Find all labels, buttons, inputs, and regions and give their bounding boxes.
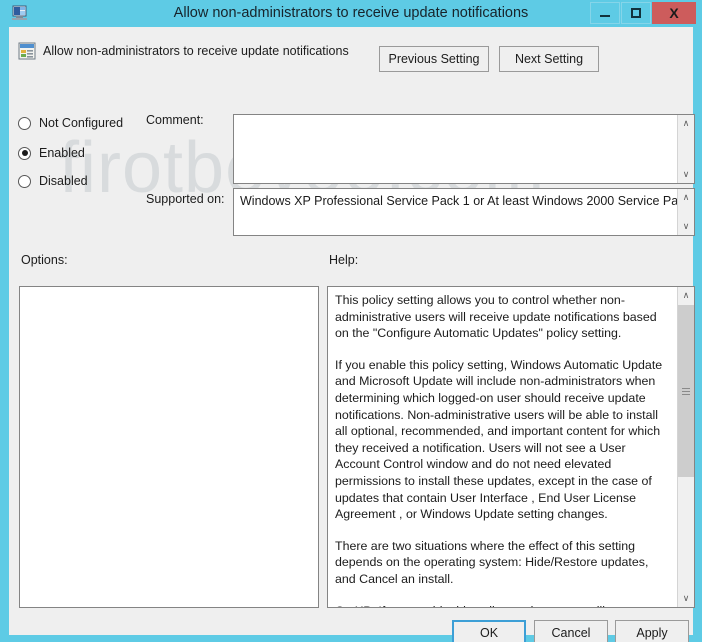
radio-enabled-mark	[18, 146, 31, 160]
dialog-client-area: firotbeyoo.com Allow non-administrators …	[9, 27, 695, 642]
supported-on-value: Windows XP Professional Service Pack 1 o…	[240, 194, 695, 208]
help-scroll-up-icon[interactable]: ∧	[678, 287, 694, 304]
supported-on-scrollbar[interactable]: ∧ ∨	[677, 189, 694, 235]
maximize-icon	[631, 8, 641, 18]
radio-enabled-label: Enabled	[39, 146, 85, 160]
supported-on-label: Supported on:	[146, 192, 225, 206]
policy-setting-icon	[18, 42, 36, 60]
cancel-button[interactable]: Cancel	[534, 620, 608, 642]
maximize-button[interactable]	[621, 2, 651, 24]
policy-setting-dialog: Allow non-administrators to receive upda…	[0, 0, 702, 643]
comment-scroll-up-icon[interactable]: ∧	[678, 115, 694, 132]
minimize-icon	[600, 15, 610, 17]
policy-name-label: Allow non-administrators to receive upda…	[43, 44, 349, 58]
help-panel: This policy setting allows you to contro…	[327, 286, 695, 608]
radio-not-configured-label: Not Configured	[39, 116, 124, 130]
supported-scroll-down-icon[interactable]: ∨	[678, 218, 694, 235]
supported-scroll-up-icon[interactable]: ∧	[678, 189, 694, 206]
options-panel[interactable]	[19, 286, 319, 608]
help-paragraph: This policy setting allows you to contro…	[335, 293, 657, 341]
minimize-button[interactable]	[590, 2, 620, 24]
scroll-thumb-grip-icon	[682, 387, 690, 395]
radio-disabled-label: Disabled	[39, 174, 88, 188]
radio-enabled[interactable]: Enabled	[18, 146, 85, 160]
radio-not-configured[interactable]: Not Configured	[18, 116, 123, 130]
help-paragraph: If you enable this policy setting, Windo…	[335, 357, 663, 522]
help-scroll-down-icon[interactable]: ∨	[678, 590, 694, 607]
ok-button[interactable]: OK	[452, 620, 526, 642]
comment-scrollbar[interactable]: ∧ ∨	[677, 115, 694, 183]
help-scroll-thumb[interactable]	[678, 305, 694, 477]
help-paragraph: On XP: If you enable this policy setting…	[335, 603, 665, 608]
close-button[interactable]: X	[652, 2, 696, 24]
policy-window-icon	[12, 5, 27, 20]
supported-on-field[interactable]: Windows XP Professional Service Pack 1 o…	[233, 188, 695, 236]
close-icon: X	[669, 5, 679, 21]
help-label: Help:	[329, 253, 359, 267]
radio-disabled-mark	[18, 174, 31, 188]
radio-not-configured-mark	[18, 116, 31, 130]
help-scrollbar[interactable]: ∧ ∨	[677, 287, 694, 607]
title-bar: Allow non-administrators to receive upda…	[0, 0, 702, 27]
comment-label: Comment:	[146, 113, 204, 127]
help-paragraph: There are two situations where the effec…	[335, 538, 649, 586]
apply-button[interactable]: Apply	[615, 620, 689, 642]
comment-scroll-down-icon[interactable]: ∨	[678, 166, 694, 183]
help-text: This policy setting allows you to contro…	[335, 292, 665, 608]
options-label: Options:	[21, 253, 68, 267]
next-setting-button[interactable]: Next Setting	[499, 46, 599, 72]
comment-input[interactable]: ∧ ∨	[233, 114, 695, 184]
previous-setting-button[interactable]: Previous Setting	[379, 46, 489, 72]
radio-disabled[interactable]: Disabled	[18, 174, 88, 188]
